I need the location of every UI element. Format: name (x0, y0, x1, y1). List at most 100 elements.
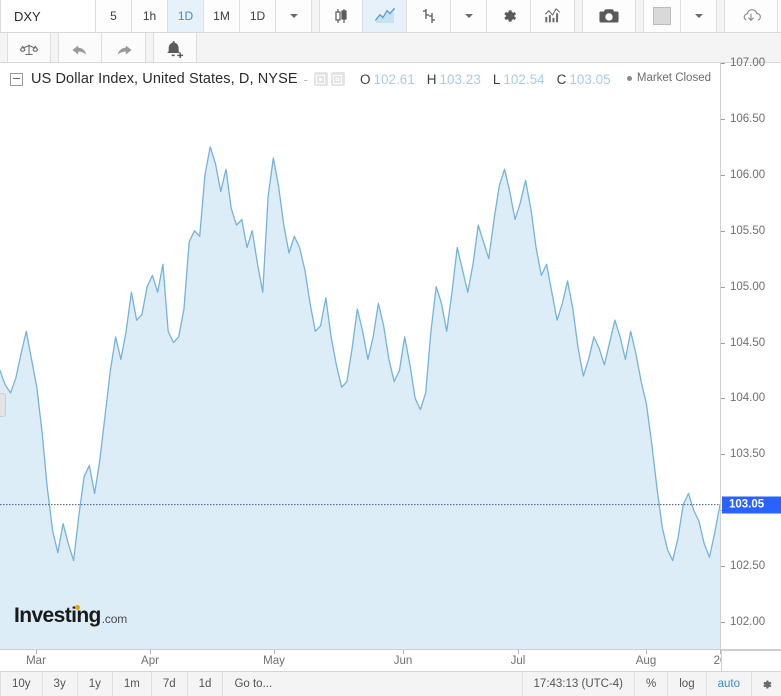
time-axis-label: Jul (511, 655, 526, 667)
color-swatch-button[interactable] (643, 0, 681, 32)
time-axis-tick (403, 650, 404, 654)
toolbar-separator-2 (575, 0, 582, 32)
eye-icon (316, 75, 325, 84)
small-gear-icon (333, 75, 342, 84)
bar-chart-button[interactable] (407, 0, 451, 32)
chart-settings-button[interactable] (487, 0, 531, 32)
timeframe-label: 1M (213, 9, 230, 23)
watermark-dot-icon (75, 605, 80, 610)
price-axis[interactable]: 107.00106.50106.00105.50105.00104.50104.… (720, 62, 781, 650)
load-chart-button[interactable] (724, 0, 778, 32)
price-axis-label: 105.50 (730, 225, 765, 237)
ohlc-close-key: C (557, 72, 567, 87)
chart-application: DXY 5 1h 1D 1M 1D (0, 0, 781, 696)
symbol-input[interactable]: DXY (0, 0, 96, 32)
time-axis-tick (36, 650, 37, 654)
chart-legend-header: US Dollar Index, United States, D, NYSE … (0, 66, 623, 92)
time-axis-label: Mar (26, 655, 46, 667)
ohlc-open-value: 102.61 (373, 72, 414, 87)
time-axis-tick (646, 650, 647, 654)
line-chart-icon (375, 7, 395, 25)
visibility-toggle-icon[interactable] (314, 72, 328, 86)
range-7d-button[interactable]: 7d (152, 672, 188, 696)
price-axis-tick (721, 622, 725, 623)
timeframe-dropdown-button[interactable] (276, 0, 312, 32)
ohlc-high-value: 103.23 (440, 72, 481, 87)
candlestick-chart-button[interactable] (319, 0, 363, 32)
range-3y-button[interactable]: 3y (43, 672, 78, 696)
price-axis-label: 104.00 (730, 392, 765, 404)
range-1d-button[interactable]: 1d (188, 672, 224, 696)
bottom-status-bar: 10y 3y 1y 1m 7d 1d Go to... 17:43:13 (UT… (0, 671, 781, 696)
indicators-icon (543, 7, 562, 25)
status-badge: Market Closed (637, 72, 711, 84)
series-settings-icon[interactable] (331, 72, 345, 86)
timeframe-label: 1D (178, 9, 193, 23)
current-price-badge: 103.05 (722, 496, 781, 513)
goto-label: Go to... (234, 678, 272, 690)
symbol-group: DXY (0, 0, 96, 32)
price-axis-tick (721, 566, 725, 567)
color-group (643, 0, 717, 32)
toolbar-separator-4 (717, 0, 724, 32)
ohlc-low-key: L (493, 72, 501, 87)
timeframe-label: 1D (250, 9, 265, 23)
auto-label: auto (718, 678, 740, 690)
chevron-down-icon (290, 14, 298, 18)
bar-chart-icon (420, 7, 438, 25)
price-axis-tick (721, 343, 725, 344)
camera-icon (598, 7, 620, 25)
watermark-suffix: .com (102, 612, 127, 628)
timeframe-1h[interactable]: 1h (132, 0, 168, 32)
brand-watermark: Investing .com (14, 604, 127, 628)
indicators-button[interactable] (531, 0, 575, 32)
left-scroll-handle[interactable] (0, 393, 6, 417)
axis-corner (721, 650, 781, 673)
range-label: 3y (54, 678, 66, 690)
chevron-down-icon (695, 14, 703, 18)
status-dot-icon (627, 76, 632, 81)
price-axis-label: 106.00 (730, 169, 765, 181)
percent-scale-button[interactable]: % (635, 672, 668, 696)
goto-date-button[interactable]: Go to... (223, 672, 283, 696)
timeframe-1d[interactable]: 1D (240, 0, 276, 32)
watermark-brand-text: Investing (14, 604, 101, 627)
cloud-download-icon (738, 7, 764, 25)
range-1y-button[interactable]: 1y (78, 672, 113, 696)
range-10y-button[interactable]: 10y (0, 672, 43, 696)
price-axis-label: 104.50 (730, 337, 765, 349)
ohlc-close-value: 103.05 (569, 72, 610, 87)
timeframe-1d-active[interactable]: 1D (168, 0, 204, 32)
chart-type-dropdown-button[interactable] (451, 0, 487, 32)
redo-icon (114, 41, 134, 59)
timeframe-5[interactable]: 5 (96, 0, 132, 32)
bottombar-spacer (283, 672, 521, 696)
time-axis[interactable]: MarAprMayJunJulAug20 (0, 649, 781, 673)
line-chart-button[interactable] (363, 0, 407, 32)
collapse-toggle-icon[interactable] (10, 73, 23, 86)
clock-display[interactable]: 17:43:13 (UTC-4) (522, 672, 635, 696)
toolbar-separator (312, 0, 319, 32)
cloud-group (724, 0, 781, 32)
color-dropdown-button[interactable] (681, 0, 717, 32)
price-axis-label: 102.00 (730, 616, 765, 628)
candlestick-icon (332, 7, 350, 25)
time-axis-tick (150, 650, 151, 654)
snapshot-button[interactable] (582, 0, 636, 32)
price-series-svg (0, 63, 720, 650)
log-scale-button[interactable]: log (668, 672, 706, 696)
compare-scales-icon (19, 41, 39, 59)
time-axis-label: Apr (141, 655, 159, 667)
watermark-brand: Investing (14, 604, 101, 628)
time-axis-label: Aug (636, 655, 656, 667)
range-1m-button[interactable]: 1m (113, 672, 152, 696)
gear-icon (760, 678, 773, 691)
percent-label: % (646, 678, 656, 690)
plot-canvas[interactable]: Investing .com (0, 62, 720, 650)
time-axis-label: Jun (394, 655, 413, 667)
chevron-down-icon (465, 14, 473, 18)
timeframe-1m[interactable]: 1M (204, 0, 240, 32)
range-label: 10y (12, 678, 31, 690)
chart-properties-button[interactable] (752, 672, 781, 696)
auto-scale-button[interactable]: auto (707, 672, 752, 696)
